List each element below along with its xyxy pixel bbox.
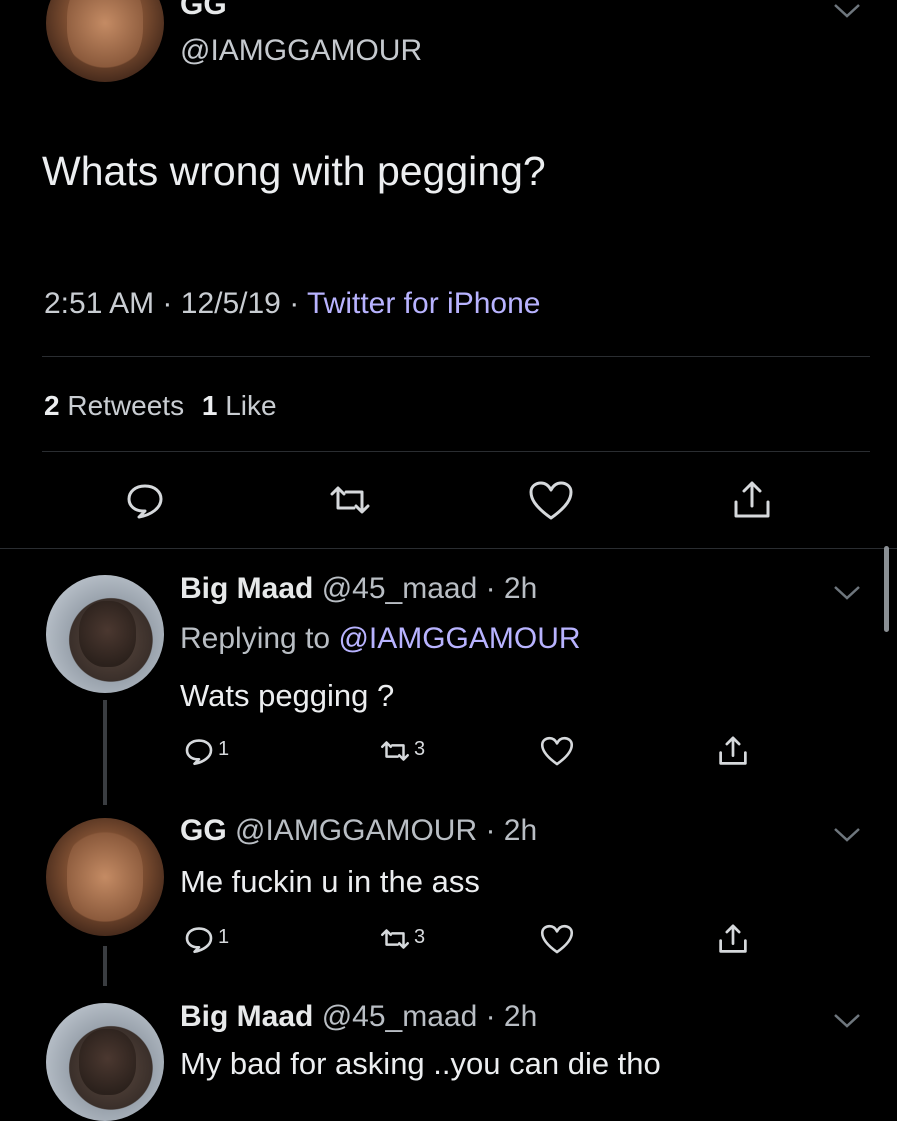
author-display-name[interactable]: GG	[180, 0, 227, 22]
author-handle[interactable]: @45_maad	[322, 1000, 478, 1033]
retweets-label: Retweets	[67, 390, 185, 421]
reply-time: · 2h	[485, 1000, 538, 1033]
reply-count: 1	[218, 738, 230, 760]
share-icon[interactable]	[730, 478, 774, 522]
avatar[interactable]	[46, 575, 164, 693]
reply-time: · 2h	[485, 572, 538, 605]
author-display-name[interactable]: Big Maad	[180, 1000, 313, 1033]
chevron-down-icon[interactable]	[832, 584, 862, 602]
author-handle[interactable]: @45_maad	[322, 572, 478, 605]
chevron-down-icon[interactable]	[832, 826, 862, 844]
reply-text: Wats pegging ?	[180, 678, 395, 713]
retweet-icon[interactable]	[378, 736, 412, 766]
chevron-down-icon[interactable]	[832, 1012, 862, 1030]
reply-time: · 2h	[485, 814, 538, 847]
reply-text: My bad for asking ..you can die tho	[180, 1046, 661, 1081]
author-handle[interactable]: @IAMGGAMOUR	[235, 814, 477, 847]
retweets-stat[interactable]: 2 Retweets	[44, 390, 192, 421]
engagement-stats: 2 Retweets 1 Like	[44, 390, 277, 422]
tweet-meta: 2:51 AM · 12/5/19 · Twitter for iPhone	[44, 287, 540, 321]
tweet-source-link[interactable]: Twitter for iPhone	[307, 287, 540, 320]
share-icon[interactable]	[716, 922, 750, 956]
divider	[42, 356, 870, 357]
author-display-name[interactable]: GG	[180, 814, 227, 847]
replying-to-link[interactable]: @IAMGGAMOUR	[338, 622, 580, 655]
avatar[interactable]	[46, 818, 164, 936]
divider	[0, 548, 897, 549]
reply-icon[interactable]	[125, 480, 165, 520]
author-display-name[interactable]: Big Maad	[180, 572, 313, 605]
retweets-count: 2	[44, 390, 60, 421]
avatar[interactable]	[46, 0, 164, 82]
thread-line	[103, 946, 107, 986]
thread-line	[103, 700, 107, 805]
reply-icon[interactable]	[184, 736, 214, 766]
reply-header: Big Maad @45_maad · 2h	[180, 572, 537, 606]
separator: ·	[289, 287, 300, 320]
likes-label: Like	[225, 390, 277, 421]
like-icon[interactable]	[528, 480, 574, 522]
reply-count: 1	[218, 926, 230, 948]
retweet-icon[interactable]	[326, 480, 374, 520]
scrollbar[interactable]	[884, 546, 889, 632]
reply-header: Big Maad @45_maad · 2h	[180, 1000, 537, 1034]
retweet-icon[interactable]	[378, 924, 412, 954]
likes-count: 1	[201, 390, 218, 421]
tweet-time: 2:51 AM	[44, 287, 155, 320]
replying-to: Replying to @IAMGGAMOUR	[180, 622, 581, 656]
retweet-count: 3	[414, 738, 426, 760]
tweet-date: 12/5/19	[180, 287, 281, 320]
author-handle[interactable]: @IAMGGAMOUR	[180, 34, 422, 68]
tweet-text: Whats wrong with pegging?	[42, 148, 546, 194]
reply-text: Me fuckin u in the ass	[180, 864, 480, 899]
avatar[interactable]	[46, 1003, 164, 1121]
share-icon[interactable]	[716, 734, 750, 768]
divider	[42, 451, 870, 452]
reply-header: GG @IAMGGAMOUR · 2h	[180, 814, 537, 848]
chevron-down-icon[interactable]	[832, 2, 862, 20]
separator: ·	[162, 287, 173, 320]
like-icon[interactable]	[540, 736, 574, 767]
like-icon[interactable]	[540, 924, 574, 955]
reply-icon[interactable]	[184, 924, 214, 954]
retweet-count: 3	[414, 926, 426, 948]
likes-stat[interactable]: 1 Like	[202, 390, 277, 421]
replying-to-prefix: Replying to	[180, 622, 331, 655]
